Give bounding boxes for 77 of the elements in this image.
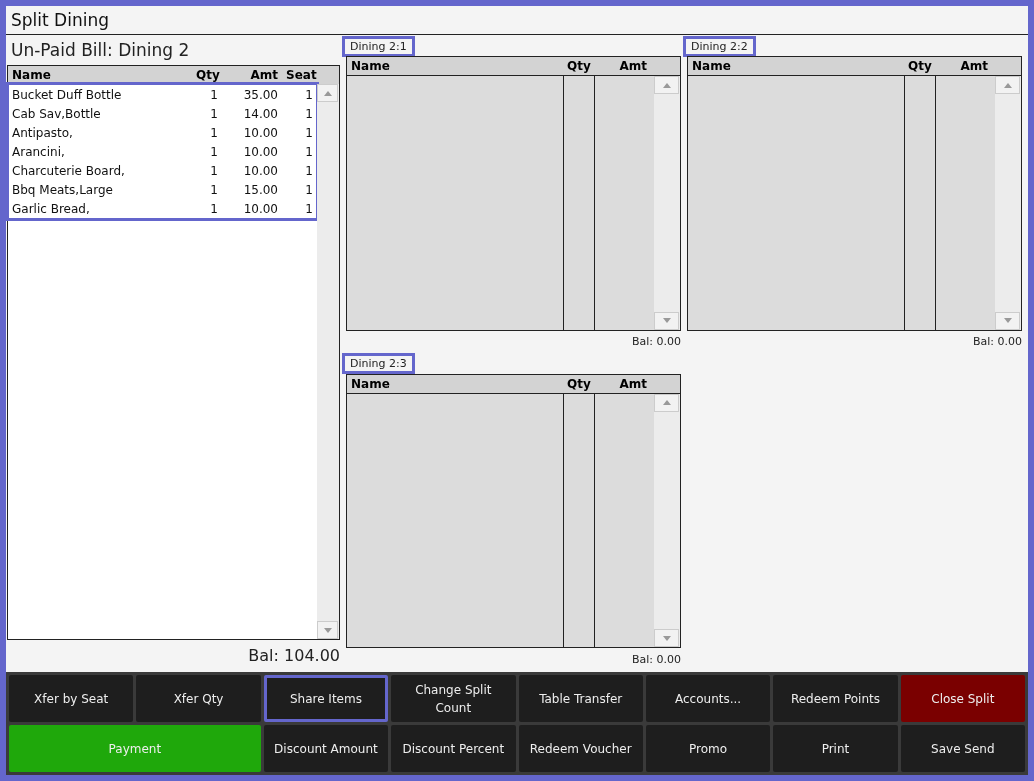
seat-cell-text: 1	[304, 201, 314, 216]
action-button[interactable]: Promo	[645, 725, 771, 772]
split-table[interactable]: Name Qty Amt	[687, 56, 1022, 331]
scrollbar[interactable]	[654, 393, 680, 647]
action-button[interactable]: Table Transfer	[518, 675, 643, 722]
action-button[interactable]: Xfer by Seat	[9, 675, 134, 722]
amount-cell-text: 10.00	[242, 125, 279, 140]
scroll-up-icon[interactable]	[323, 90, 332, 96]
qty-cell-text: 1	[209, 182, 219, 197]
column-header: Qty	[566, 376, 592, 391]
column-header: Name	[691, 59, 732, 73]
column-header: Amt	[618, 59, 648, 73]
item-name-cell[interactable]: Bbq Meats,Large	[8, 182, 192, 197]
bill-title: Un-Paid Bill: Dining 2	[10, 39, 191, 62]
qty-cell-text: 1	[209, 125, 219, 140]
scroll-down-icon[interactable]	[662, 318, 671, 323]
action-button[interactable]: Share Items	[263, 675, 389, 722]
qty-cell-text: 1	[209, 87, 219, 102]
scrollbar[interactable]	[995, 76, 1021, 330]
amount-cell-text: 15.00	[242, 182, 279, 197]
column-header: Seat	[285, 68, 317, 82]
column-header: Qty	[566, 59, 592, 73]
scrollbar[interactable]	[654, 76, 680, 330]
seat-cell-text: 1	[304, 144, 314, 159]
scroll-up-icon[interactable]	[662, 400, 671, 405]
window-title: Split Dining	[6, 6, 1028, 35]
bill-balance: Bal: 104.00	[247, 644, 340, 667]
qty-cell-text: 1	[209, 163, 219, 178]
item-name-cell[interactable]: Antipasto,	[8, 125, 192, 140]
action-button[interactable]: Change Split Count	[391, 675, 516, 722]
column-header: Name	[350, 59, 391, 73]
action-button[interactable]: Close Split	[900, 675, 1025, 722]
action-button[interactable]: Discount Percent	[391, 725, 516, 772]
qty-cell-text: 1	[209, 201, 219, 216]
column-header: Name	[11, 68, 52, 82]
item-name-cell[interactable]: Cab Sav,Bottle	[8, 106, 192, 121]
seat-cell-text: 1	[304, 106, 314, 121]
seat-cell-text: 1	[304, 87, 314, 102]
scroll-down-icon[interactable]	[323, 627, 332, 633]
split-label: Dining 2:3	[342, 353, 415, 374]
amount-cell-text: 14.00	[242, 106, 279, 121]
item-name-cell[interactable]: Garlic Bread,	[8, 201, 192, 216]
seat-cell-text: 1	[304, 163, 314, 178]
amount-cell-text: 35.00	[242, 87, 279, 102]
scroll-up-icon[interactable]	[662, 82, 671, 88]
column-header: Amt	[959, 59, 989, 73]
seat-cell-text: 1	[304, 182, 314, 197]
action-button[interactable]: Accounts...	[645, 675, 771, 722]
item-name-cell[interactable]: Arancini,	[8, 144, 192, 159]
amount-cell-text: 10.00	[242, 144, 279, 159]
action-button[interactable]: Discount Amount	[263, 725, 389, 772]
column-header: Amt	[249, 68, 279, 82]
split-table[interactable]: Name Qty Amt	[346, 373, 681, 648]
column-header: Qty	[195, 68, 221, 82]
qty-cell-text: 1	[209, 144, 219, 159]
action-button[interactable]: Redeem Points	[773, 675, 898, 722]
seat-cell-text: 1	[304, 125, 314, 140]
action-button[interactable]: Save Send	[900, 725, 1025, 772]
scroll-down-icon[interactable]	[1003, 318, 1012, 323]
item-name-cell[interactable]: Bucket Duff Bottle	[8, 87, 192, 102]
column-header: Amt	[618, 376, 648, 391]
column-header: Qty	[907, 59, 933, 73]
scrollbar[interactable]	[317, 84, 339, 639]
split-table[interactable]: Name Qty Amt	[346, 56, 681, 331]
scroll-up-icon[interactable]	[1003, 82, 1012, 88]
column-header: Name	[350, 376, 391, 391]
action-button[interactable]: Xfer Qty	[136, 675, 261, 722]
amount-cell-text: 10.00	[242, 201, 279, 216]
qty-cell-text: 1	[209, 106, 219, 121]
action-button[interactable]: Print	[773, 725, 898, 772]
item-name-cell[interactable]: Charcuterie Board,	[8, 163, 192, 178]
split-balance: Bal: 0.00	[630, 334, 681, 350]
split-balance: Bal: 0.00	[971, 334, 1022, 350]
scroll-down-icon[interactable]	[662, 635, 671, 641]
split-balance: Bal: 0.00	[630, 651, 681, 668]
amount-cell-text: 10.00	[242, 163, 279, 178]
action-button[interactable]: Redeem Voucher	[518, 725, 643, 772]
